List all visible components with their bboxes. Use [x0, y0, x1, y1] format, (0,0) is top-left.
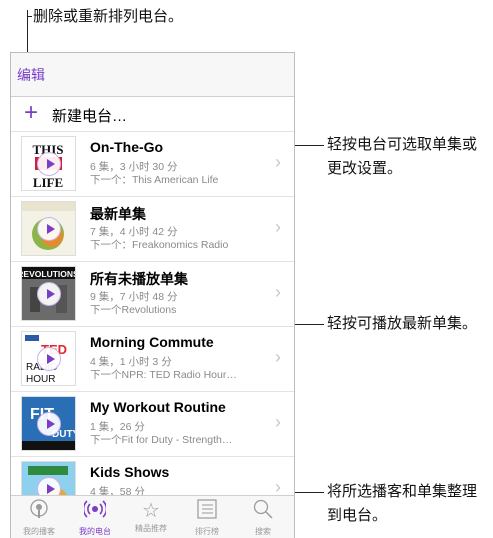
station-row[interactable]: 最新单集 7 集，4 小时 42 分 下一个：Freakonomics Radi…: [11, 197, 294, 262]
plus-icon: +: [24, 99, 39, 126]
station-artwork: [21, 201, 76, 256]
tab-my-podcasts[interactable]: 我的播客: [11, 496, 67, 538]
tab-top-charts[interactable]: 排行榜: [179, 496, 235, 538]
svg-text:HOUR: HOUR: [26, 374, 55, 385]
station-title: 最新单集: [90, 206, 146, 222]
station-next: 下一个：Freakonomics Radio: [90, 239, 229, 251]
svg-text:LIFE: LIFE: [33, 175, 63, 190]
chevron-right-icon: ›: [275, 412, 281, 432]
callout-edit: 删除或重新排列电台。: [33, 8, 184, 25]
station-title: Morning Commute: [90, 334, 214, 350]
podcast-icon: [11, 498, 67, 527]
new-station-label: 新建电台…: [52, 108, 128, 125]
station-title: Kids Shows: [90, 464, 170, 480]
search-icon: [235, 498, 291, 527]
star-icon: ☆: [142, 500, 160, 522]
nav-bar: 编辑: [11, 53, 294, 97]
callout-station-line1: 轻按电台可选取单集或: [327, 136, 478, 153]
station-next: 下一个Revolutions: [90, 304, 177, 316]
chevron-right-icon: ›: [275, 347, 281, 367]
station-row[interactable]: FIT DUTY My Workout Routine 1 集，26 分 下一个…: [11, 392, 294, 457]
station-next: 下一个NPR: TED Radio Hour…: [90, 369, 237, 381]
tab-my-stations[interactable]: 我的电台: [67, 496, 123, 538]
new-station-row[interactable]: + 新建电台…: [11, 97, 294, 132]
station-row[interactable]: TED RADIO HOUR Morning Commute 4 集，1 小时 …: [11, 327, 294, 392]
callout-edit-tick: [27, 16, 32, 17]
play-button[interactable]: [37, 347, 61, 371]
tab-label: 我的播客: [23, 527, 55, 536]
edit-button[interactable]: 编辑: [17, 65, 45, 85]
play-button[interactable]: [37, 412, 61, 436]
play-button[interactable]: [37, 217, 61, 241]
callout-station-line2: 更改设置。: [327, 160, 403, 177]
svg-text:REVOLUTIONS: REVOLUTIONS: [22, 269, 75, 279]
play-button[interactable]: [37, 152, 61, 176]
tab-label: 我的电台: [79, 527, 111, 536]
station-title: 所有未播放单集: [90, 271, 188, 287]
station-icon: [67, 498, 123, 527]
station-title: My Workout Routine: [90, 399, 226, 415]
tab-search[interactable]: 搜索: [235, 496, 291, 538]
callout-station: 轻按电台可选取单集或 更改设置。: [327, 133, 477, 181]
podcasts-app: 编辑 + 新建电台… THIS LIFE On-The-Go 6 集，3 小时 …: [10, 52, 295, 538]
station-next: 下一个：This American Life: [90, 174, 219, 186]
chevron-right-icon: ›: [275, 217, 281, 237]
chevron-right-icon: ›: [275, 282, 281, 302]
station-title: On-The-Go: [90, 139, 164, 155]
tab-label: 精品推荐: [135, 524, 167, 533]
tab-bar: 我的播客 我的电台 ☆ 精品推荐 排行榜 搜索: [11, 495, 294, 538]
callout-play: 轻按可播放最新单集。: [327, 315, 478, 332]
station-row[interactable]: THIS LIFE On-The-Go 6 集，3 小时 30 分 下一个：Th…: [11, 132, 294, 197]
station-artwork: TED RADIO HOUR: [21, 331, 76, 386]
station-next: 下一个Fit for Duty - Strength…: [90, 434, 233, 446]
station-artwork: REVOLUTIONS: [21, 266, 76, 321]
station-artwork: THIS LIFE: [21, 136, 76, 191]
play-button[interactable]: [37, 282, 61, 306]
list-icon: [179, 498, 235, 527]
tab-label: 搜索: [255, 527, 271, 536]
tab-featured[interactable]: ☆ 精品推荐: [123, 496, 179, 538]
callout-organize-line2: 到电台。: [327, 507, 388, 524]
chevron-right-icon: ›: [275, 152, 281, 172]
station-artwork: FIT DUTY: [21, 396, 76, 451]
callout-organize-line1: 将所选播客和单集整理: [327, 483, 478, 500]
tab-label: 排行榜: [195, 527, 219, 536]
callout-organize: 将所选播客和单集整理 到电台。: [327, 480, 477, 528]
station-row[interactable]: REVOLUTIONS 所有未播放单集 9 集，7 小时 48 分 下一个Rev…: [11, 262, 294, 327]
